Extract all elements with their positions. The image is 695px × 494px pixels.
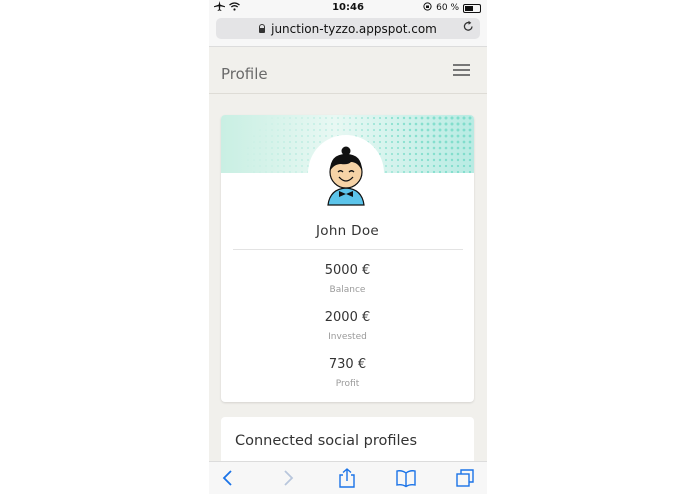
avatar [308,135,384,211]
forward-icon[interactable] [277,468,299,488]
browser-toolbar [209,461,487,494]
bookmarks-icon[interactable] [395,468,417,488]
share-icon[interactable] [336,468,358,488]
tabs-icon[interactable] [454,468,476,488]
invested-label: Invested [328,332,367,342]
page-title: Profile [221,65,268,83]
profile-name: John Doe [315,223,379,239]
invested-value: 2000 € [324,310,371,325]
reload-icon[interactable] [463,20,474,36]
lock-icon [259,24,266,33]
balance-label: Balance [329,285,366,295]
url-text: junction-tyzzo.appspot.com [271,21,437,36]
balance-value: 5000 € [324,263,371,278]
orientation-lock-icon [423,2,432,14]
address-bar[interactable]: junction-tyzzo.appspot.com [216,18,480,39]
profit-value: 730 € [328,357,367,372]
battery-percentage: 60 % [436,3,459,13]
menu-icon[interactable] [453,64,470,76]
divider [233,249,463,250]
back-icon[interactable] [217,468,239,488]
battery-icon [463,3,481,13]
browser-address-area: junction-tyzzo.appspot.com [209,16,487,47]
profit-label: Profit [335,379,360,389]
social-profiles-title: Connected social profiles [235,433,417,449]
status-bar: 10:46 60 % [209,0,487,16]
phone-screen: 10:46 60 % junction-tyzzo.appspot.com Pr… [209,0,487,494]
profile-card: John Doe 5000 € Balance 2000 € Invested … [221,115,474,402]
app-header: Profile [209,47,487,94]
